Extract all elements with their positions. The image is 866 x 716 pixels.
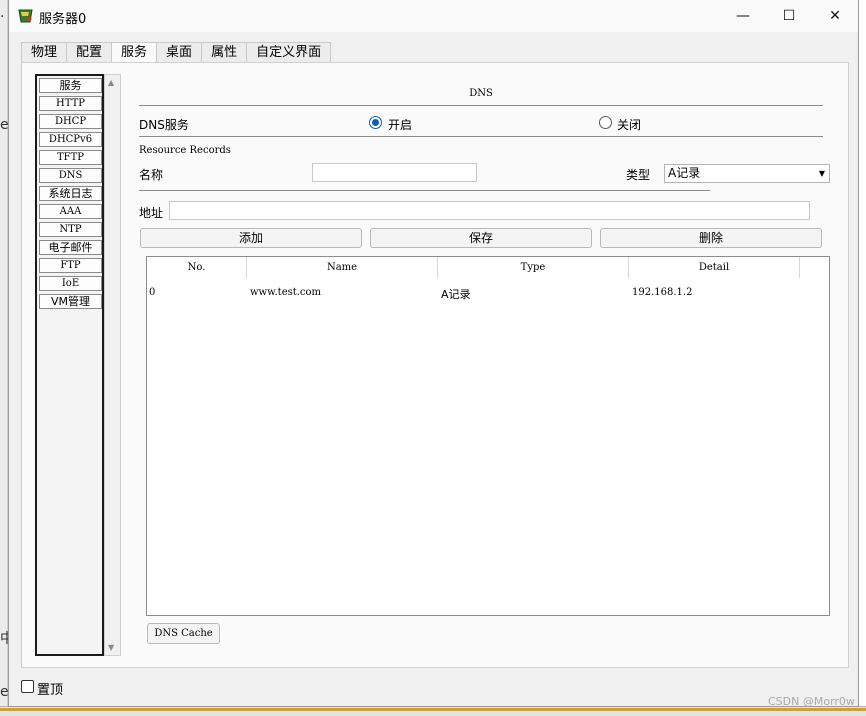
close-button[interactable]: ✕ (812, 0, 858, 32)
service-list: 服务 HTTP DHCP DHCPv6 TFTP DNS 系统日志 AAA NT… (35, 74, 104, 656)
tab-services[interactable]: 服务 (111, 42, 158, 63)
server-window: 服务器0 — ☐ ✕ 物理 配置 服务 桌面 属性 自定义界面 服务 HTTP … (8, 0, 859, 707)
column-header-detail[interactable]: Detail (629, 257, 800, 278)
column-header-name[interactable]: Name (247, 257, 438, 278)
cell-type: A记录 (441, 288, 471, 301)
watermark: CSDN @Morr0w (768, 695, 855, 708)
resource-records-heading: Resource Records (139, 145, 231, 156)
cell-name: www.test.com (250, 287, 322, 298)
maximize-icon: ☐ (782, 8, 796, 24)
minimize-button[interactable]: — (720, 0, 766, 32)
service-item-email[interactable]: 电子邮件 (39, 240, 102, 255)
dns-cache-button[interactable]: DNS Cache (147, 623, 220, 644)
service-item-dhcpv6[interactable]: DHCPv6 (39, 132, 102, 147)
service-item-ioe[interactable]: IoE (39, 276, 102, 291)
service-item-services[interactable]: 服务 (39, 78, 102, 93)
save-button[interactable]: 保存 (370, 228, 592, 248)
dns-section-title: DNS (469, 88, 493, 99)
close-icon: ✕ (829, 8, 841, 24)
tab-attributes[interactable]: 属性 (201, 42, 248, 62)
tab-config[interactable]: 配置 (66, 42, 113, 62)
tab-physical[interactable]: 物理 (21, 42, 68, 62)
record-type-select[interactable]: A记录 ▼ (664, 164, 830, 183)
dns-off-radio[interactable] (599, 116, 612, 129)
chevron-down-icon: ▼ (818, 169, 825, 178)
add-button[interactable]: 添加 (140, 228, 362, 248)
column-header-type[interactable]: Type (438, 257, 629, 278)
column-header-no[interactable]: No. (147, 257, 247, 278)
delete-button[interactable]: 删除 (600, 228, 822, 248)
service-list-scrollbar[interactable]: ▲ ▼ (104, 74, 121, 656)
divider (139, 190, 710, 191)
dns-off-label[interactable]: 关闭 (617, 116, 641, 133)
tab-custom-interface[interactable]: 自定义界面 (246, 42, 332, 62)
address-label: 地址 (139, 206, 164, 220)
window-title: 服务器0 (39, 12, 87, 27)
name-label: 名称 (139, 168, 164, 182)
address-input[interactable] (169, 201, 810, 220)
tab-desktop[interactable]: 桌面 (156, 42, 203, 62)
scroll-up-icon[interactable]: ▲ (108, 78, 114, 87)
dns-service-label: DNS服务 (139, 118, 189, 132)
cell-detail: 192.168.1.2 (632, 287, 693, 298)
maximize-button[interactable]: ☐ (766, 0, 812, 32)
title-bar[interactable]: 服务器0 — ☐ ✕ (9, 0, 858, 32)
service-item-ftp[interactable]: FTP (39, 258, 102, 273)
service-item-dhcp[interactable]: DHCP (39, 114, 102, 129)
tab-bar: 物理 配置 服务 桌面 属性 自定义界面 (21, 42, 332, 63)
pin-checkbox[interactable] (21, 680, 34, 693)
service-item-vm-management[interactable]: VM管理 (39, 294, 102, 309)
service-item-aaa[interactable]: AAA (39, 204, 102, 219)
dns-records-table: No. Name Type Detail 0 www.test.com A记录 … (146, 256, 830, 616)
name-input[interactable] (312, 163, 477, 182)
cell-no: 0 (149, 287, 156, 298)
service-item-syslog[interactable]: 系统日志 (39, 186, 102, 201)
divider (139, 105, 823, 106)
service-item-tftp[interactable]: TFTP (39, 150, 102, 165)
pin-label[interactable]: 置顶 (37, 679, 63, 698)
minimize-icon: — (736, 8, 750, 24)
service-item-dns[interactable]: DNS (39, 168, 102, 183)
record-type-value: A记录 (668, 166, 701, 180)
service-item-ntp[interactable]: NTP (39, 222, 102, 237)
type-label: 类型 (626, 168, 651, 182)
dns-on-radio[interactable] (369, 116, 382, 129)
dns-on-label[interactable]: 开启 (388, 116, 412, 133)
background-glyph: . (0, 5, 5, 21)
background-app-strip: . e 中 e (0, 0, 14, 716)
server-app-icon (18, 9, 33, 23)
scroll-down-icon[interactable]: ▼ (108, 643, 114, 652)
service-item-http[interactable]: HTTP (39, 96, 102, 111)
background-accent-bar (0, 708, 866, 711)
divider (139, 136, 823, 137)
services-panel: 服务 HTTP DHCP DHCPv6 TFTP DNS 系统日志 AAA NT… (21, 62, 849, 668)
